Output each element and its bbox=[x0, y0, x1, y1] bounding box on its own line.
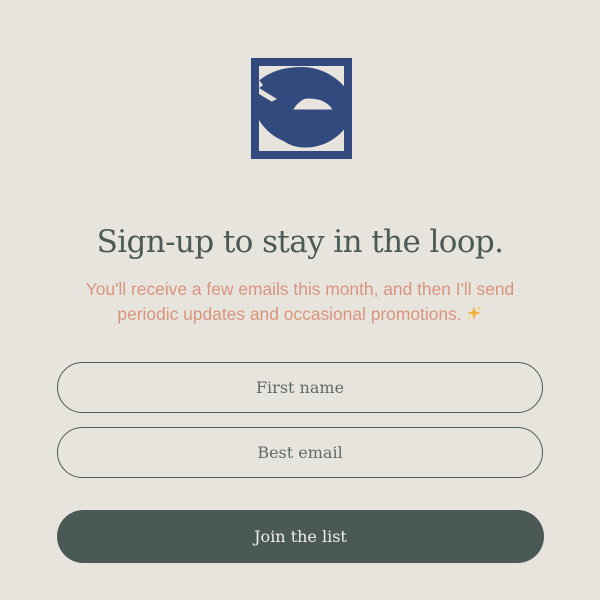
sparkles-icon bbox=[465, 304, 483, 322]
loop-logo-icon bbox=[251, 58, 352, 159]
page-title: Sign-up to stay in the loop. bbox=[96, 224, 504, 260]
email-field[interactable] bbox=[57, 427, 543, 478]
subtitle-line-2: periodic updates and occasional promotio… bbox=[117, 303, 462, 324]
first-name-field[interactable] bbox=[57, 362, 543, 413]
email-input[interactable] bbox=[58, 427, 542, 478]
signup-description: You'll receive a few emails this month, … bbox=[40, 277, 560, 326]
join-list-button[interactable]: Join the list bbox=[57, 510, 544, 563]
first-name-input[interactable] bbox=[58, 362, 542, 413]
subtitle-line-1: You'll receive a few emails this month, … bbox=[85, 279, 515, 299]
signup-page: Sign-up to stay in the loop. You'll rece… bbox=[0, 0, 600, 600]
